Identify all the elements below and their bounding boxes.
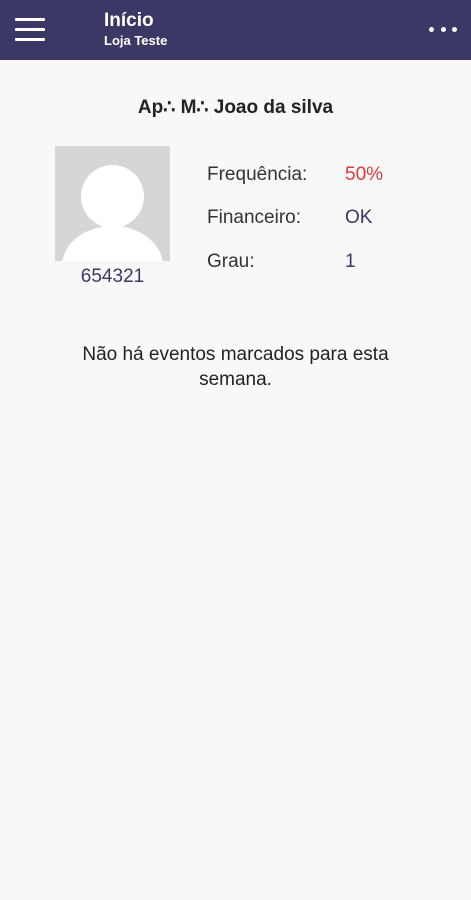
frequency-label: Frequência: xyxy=(207,164,308,185)
degree-label: Grau: xyxy=(207,251,255,272)
page-subtitle: Loja Teste xyxy=(104,33,168,48)
member-name: Ap∴ M∴ Joao da silva xyxy=(137,97,334,118)
more-options-icon[interactable] xyxy=(429,20,457,38)
member-id: 654321 xyxy=(80,266,145,287)
frequency-value: 50% xyxy=(345,164,384,185)
page-title: Início xyxy=(104,10,154,31)
avatar xyxy=(55,146,170,261)
no-events-message: Não há eventos marcados para esta semana… xyxy=(82,344,389,390)
degree-value: 1 xyxy=(345,251,356,272)
financial-label: Financeiro: xyxy=(207,207,301,228)
financial-value: OK xyxy=(345,207,373,228)
avatar-head-shape xyxy=(81,165,144,228)
app-bar: Início Loja Teste xyxy=(0,0,471,60)
hamburger-menu-icon[interactable] xyxy=(15,18,45,42)
avatar-body-shape xyxy=(62,226,163,261)
